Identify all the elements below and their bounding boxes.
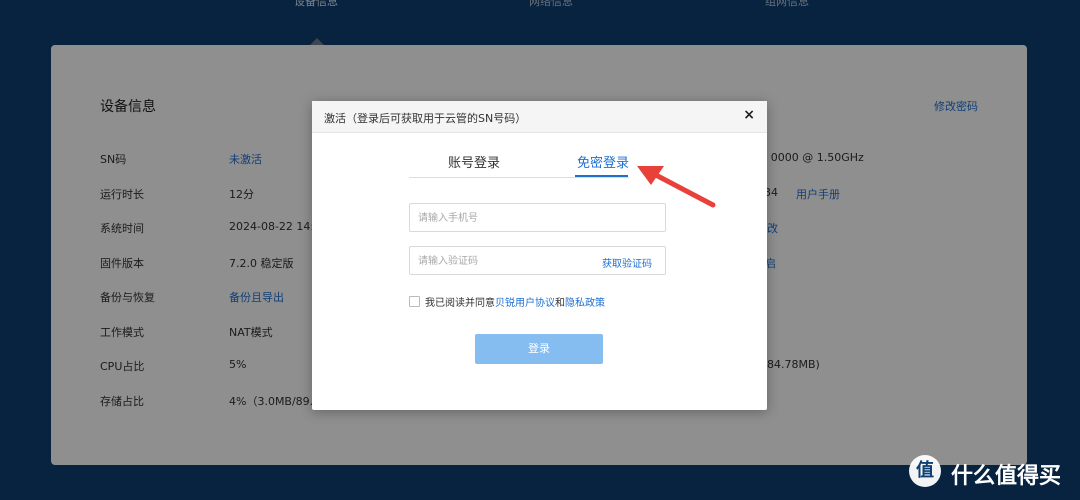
user-agreement-link[interactable]: 贝锐用户协议 [495,298,555,309]
phone-input[interactable] [418,211,598,225]
agreement-row: 我已阅读并同意贝锐用户协议和隐私政策 [409,294,605,309]
active-tab-underline [575,175,628,177]
watermark-text: 什么值得买 [951,464,1062,489]
modal-title: 激活（登录后可获取用于云管的SN号码） [324,112,527,125]
agreement-text: 我已阅读并同意 [425,298,495,309]
code-field: 获取验证码 [409,246,666,275]
login-button[interactable]: 登录 [475,334,603,364]
get-code-button[interactable]: 获取验证码 [602,255,652,270]
phone-field [409,203,666,232]
login-tabs: 账号登录 免密登录 [409,152,629,178]
privacy-policy-link[interactable]: 隐私政策 [565,298,605,309]
tab-account-login[interactable]: 账号登录 [448,152,500,171]
and-text: 和 [555,298,565,309]
activation-modal: 激活（登录后可获取用于云管的SN号码） × 账号登录 免密登录 获取验证码 我已… [312,101,767,410]
checkbox-icon[interactable] [409,296,420,307]
tab-passwordless-login[interactable]: 免密登录 [577,152,629,171]
watermark-logo-icon: 值 [909,455,941,487]
modal-header: 激活（登录后可获取用于云管的SN号码） × [312,101,767,133]
verification-code-input[interactable] [418,254,598,268]
close-icon[interactable]: × [743,107,755,123]
